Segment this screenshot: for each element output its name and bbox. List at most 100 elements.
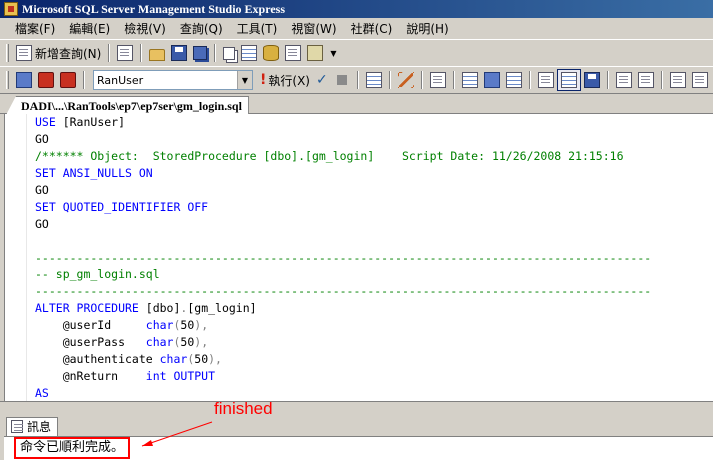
specify-template-values-button[interactable] — [395, 69, 417, 91]
code-token: char — [145, 335, 174, 350]
registered-servers-button[interactable] — [220, 42, 238, 64]
menu-query[interactable]: 查詢(Q) — [173, 20, 230, 38]
code-line[interactable]: AS — [35, 385, 651, 401]
connect-button[interactable] — [13, 69, 35, 91]
title-bar: Microsoft SQL Server Management Studio E… — [0, 0, 713, 18]
code-line[interactable]: GO — [35, 182, 651, 199]
decrease-indent-icon — [669, 72, 686, 88]
template-explorer-button[interactable] — [260, 42, 282, 64]
include-plan-icon — [505, 72, 522, 88]
code-line[interactable]: USE [RanUser] — [35, 114, 651, 131]
increase-indent-button[interactable] — [689, 69, 711, 91]
code-token: ----------------------------------------… — [35, 284, 652, 299]
code-line[interactable]: ----------------------------------------… — [35, 250, 651, 267]
code-token: char — [145, 318, 174, 333]
code-line[interactable] — [35, 233, 651, 250]
new-query-icon — [16, 45, 32, 61]
execute-button[interactable]: ! 執行(X) — [257, 69, 313, 91]
code-line[interactable]: @userPass char(50), — [35, 334, 651, 351]
menu-community[interactable]: 社群(C) — [344, 20, 400, 38]
code-line[interactable]: -- sp_gm_login.sql — [35, 266, 651, 283]
code-token: /****** Object: StoredProcedure [dbo].[g… — [35, 148, 624, 163]
document-tab-strip: DADI\...\RanTools\ep7\ep7ser\gm_login.sq… — [0, 94, 713, 115]
registered-servers-icon — [223, 46, 236, 60]
code-line[interactable]: GO — [35, 216, 651, 233]
code-token: [RanUser] — [62, 115, 126, 129]
code-token: @userId — [35, 318, 146, 333]
results-to-text-button[interactable] — [535, 69, 557, 91]
results-to-grid-button[interactable] — [556, 69, 581, 91]
new-query-label: 新增查詢(N) — [35, 46, 102, 61]
toolbar-grip[interactable] — [6, 71, 9, 89]
code-token: ), — [194, 335, 209, 350]
object-explorer-button[interactable] — [238, 42, 260, 64]
database-select[interactable]: RanUser ▼ — [93, 70, 253, 90]
sql-editor-toolbar: RanUser ▼ ! 執行(X) ✓ — [0, 66, 713, 94]
code-line[interactable]: GO — [35, 131, 651, 148]
decrease-indent-button[interactable] — [667, 69, 689, 91]
code-token: ), — [194, 318, 209, 333]
code-token: GO — [35, 182, 49, 197]
toolbar-separator — [140, 44, 143, 62]
connect-icon — [16, 72, 32, 88]
summary-button[interactable] — [282, 42, 304, 64]
code-line[interactable]: @nReturn int OUTPUT — [35, 368, 651, 385]
query-designer-button[interactable] — [363, 69, 385, 91]
properties-button[interactable] — [304, 42, 326, 64]
save-button[interactable] — [168, 42, 190, 64]
messages-tab[interactable]: 訊息 — [6, 417, 59, 436]
intellisense-button[interactable] — [427, 69, 449, 91]
change-connection-button[interactable] — [57, 69, 79, 91]
code-token: GO — [35, 131, 49, 146]
menu-window[interactable]: 視窗(W) — [284, 20, 343, 38]
stop-icon — [336, 75, 347, 85]
analyze-query-button[interactable] — [481, 69, 503, 91]
code-line[interactable]: @userId char(50), — [35, 317, 651, 334]
increase-indent-icon — [691, 72, 708, 88]
code-line[interactable]: SET ANSI_NULLS ON — [35, 165, 651, 182]
display-estimated-plan-button[interactable] — [459, 69, 481, 91]
toolbar-options-button[interactable]: ▼ — [326, 42, 339, 64]
menu-edit[interactable]: 編輯(E) — [62, 20, 117, 38]
document-tab[interactable]: DADI\...\RanTools\ep7\ep7ser\gm_login.sq… — [6, 96, 249, 115]
uncomment-icon — [637, 72, 654, 88]
uncomment-button[interactable] — [635, 69, 657, 91]
code-line[interactable]: /****** Object: StoredProcedure [dbo].[g… — [35, 148, 651, 165]
menu-help[interactable]: 說明(H) — [399, 20, 455, 38]
template-explorer-icon — [263, 45, 280, 61]
code-token: ), — [208, 352, 222, 367]
include-plan-button[interactable] — [503, 69, 525, 91]
intellisense-icon — [429, 72, 446, 88]
parse-button[interactable]: ✓ — [313, 69, 331, 91]
menu-view[interactable]: 檢視(V) — [117, 20, 173, 38]
code-line[interactable]: ALTER PROCEDURE [dbo].[gm_login] — [35, 300, 651, 317]
query-designer-icon — [365, 72, 382, 88]
save-icon — [171, 45, 188, 61]
toolbar-separator — [356, 71, 359, 89]
new-file-button[interactable] — [114, 42, 136, 64]
code-token: 50 — [180, 318, 195, 333]
disconnect-button[interactable] — [35, 69, 57, 91]
menu-file[interactable]: 檔案(F) — [8, 20, 62, 38]
code-line[interactable]: @authenticate char(50), — [35, 351, 651, 368]
toolbar-separator — [214, 44, 217, 62]
results-to-file-button[interactable] — [581, 69, 603, 91]
toolbar-grip[interactable] — [6, 44, 9, 62]
code-editor[interactable]: USE [RanUser] GO/****** Object: StoredPro… — [4, 114, 713, 401]
code-token: GO — [35, 216, 49, 231]
comment-button[interactable] — [613, 69, 635, 91]
new-query-button[interactable]: 新增查詢(N) — [13, 42, 104, 64]
save-all-button[interactable] — [190, 42, 210, 64]
code-text[interactable]: USE [RanUser] GO/****** Object: StoredPro… — [35, 114, 651, 401]
code-line[interactable]: ----------------------------------------… — [35, 283, 651, 300]
toolbar-separator — [606, 71, 609, 89]
results-to-file-icon — [583, 72, 600, 88]
summary-icon — [285, 45, 302, 61]
results-splitter[interactable] — [0, 401, 713, 416]
cancel-query-button[interactable] — [331, 69, 353, 91]
chevron-down-icon[interactable]: ▼ — [237, 71, 252, 89]
code-line[interactable]: SET QUOTED_IDENTIFIER OFF — [35, 199, 651, 216]
open-file-button[interactable] — [146, 42, 168, 64]
properties-icon — [307, 45, 324, 61]
menu-tools[interactable]: 工具(T) — [230, 20, 285, 38]
